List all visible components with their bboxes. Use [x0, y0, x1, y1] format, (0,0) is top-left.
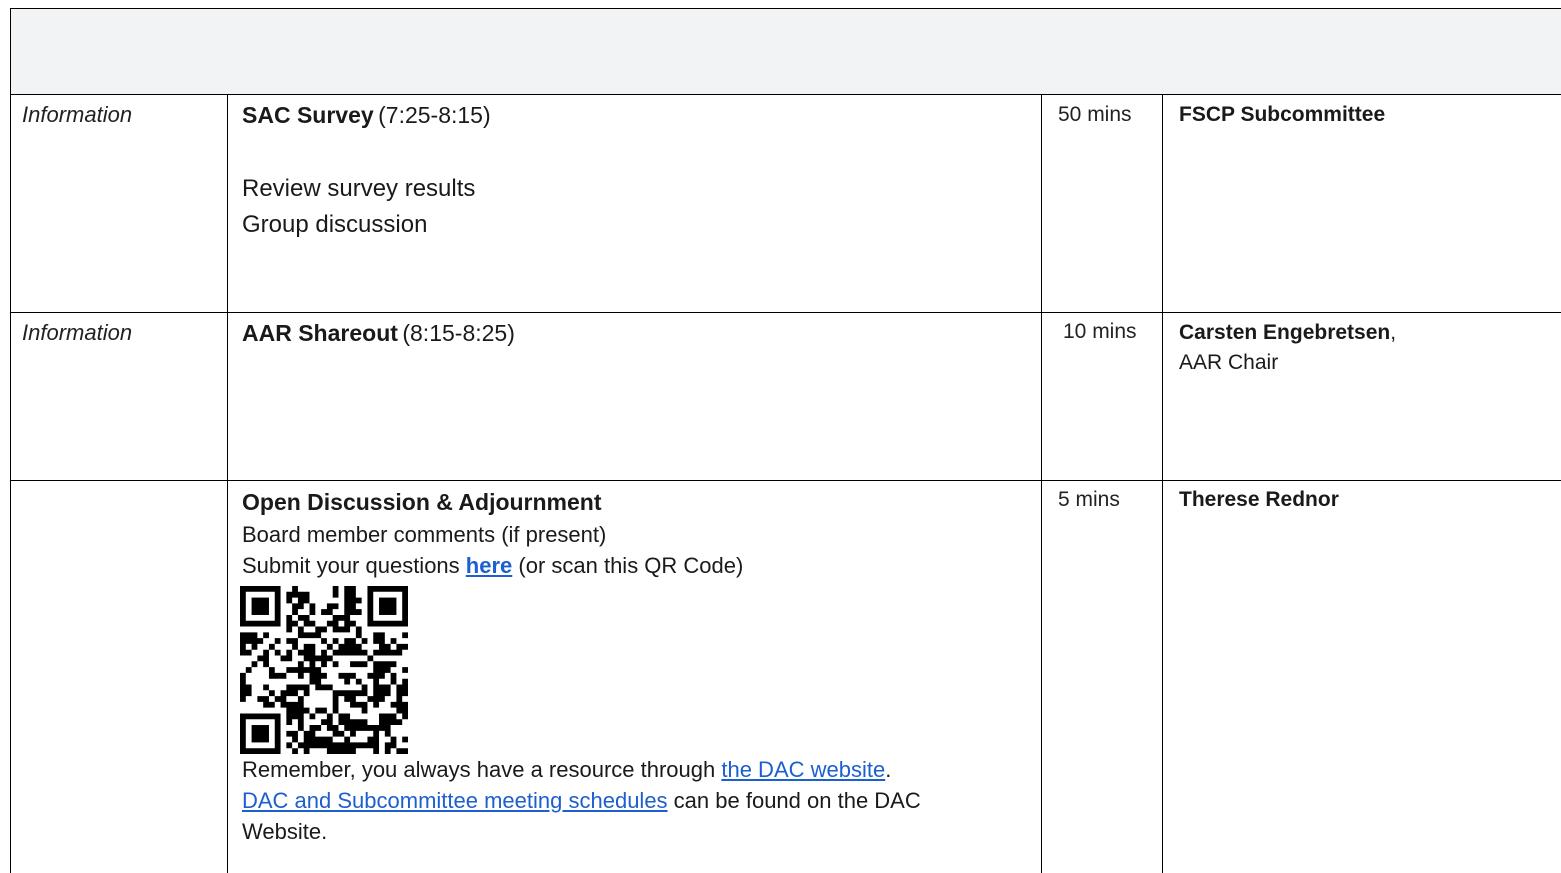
questions-link[interactable]: here	[466, 553, 512, 578]
agenda-page: Information SAC Survey (7:25-8:15) Revie…	[0, 0, 1561, 873]
questions-suffix: (or scan this QR Code)	[512, 553, 744, 578]
row-divider	[10, 312, 1561, 313]
item-duration: 5 mins	[1058, 488, 1120, 511]
presenter-role: AAR Chair	[1179, 351, 1279, 374]
column-divider	[1162, 94, 1163, 873]
presenter-name: FSCP Subcommittee	[1179, 103, 1386, 126]
questions-line: Submit your questions here (or scan this…	[242, 550, 1032, 581]
row-type: Information	[22, 102, 133, 127]
questions-prefix: Submit your questions	[242, 553, 466, 578]
agenda-item-block: Open Discussion & Adjournment Board memb…	[242, 485, 1032, 581]
schedules-link[interactable]: DAC and Subcommittee meeting schedules	[242, 788, 668, 813]
item-title: SAC Survey	[242, 102, 374, 128]
row-divider	[10, 94, 1561, 95]
schedule-line: DAC and Subcommittee meeting schedules c…	[242, 785, 1032, 816]
table-header-band	[10, 8, 1561, 94]
row-divider	[10, 480, 1561, 481]
item-duration: 50 mins	[1058, 103, 1132, 126]
item-time: (7:25-8:15)	[378, 102, 491, 128]
qr-code-icon	[240, 586, 408, 754]
website-line: Website.	[242, 819, 328, 844]
agenda-item-title: SAC Survey (7:25-8:15)	[242, 102, 491, 129]
resource-lines: Remember, you always have a resource thr…	[242, 754, 1032, 847]
item-title: Open Discussion & Adjournment	[242, 489, 602, 515]
item-presenter: Therese Rednor	[1179, 485, 1339, 515]
detail-line: Board member comments (if present)	[242, 522, 607, 547]
detail-line: Group discussion	[242, 211, 428, 238]
presenter-comma: ,	[1390, 321, 1397, 344]
column-divider	[10, 8, 11, 873]
resource-line: Remember, you always have a resource thr…	[242, 754, 1032, 785]
item-title: AAR Shareout	[242, 320, 398, 346]
item-details: Review survey results Group discussion	[242, 171, 475, 243]
item-presenter: Carsten Engebretsen, AAR Chair	[1179, 318, 1396, 378]
detail-line: Review survey results	[242, 175, 476, 202]
column-divider	[227, 94, 228, 873]
item-time: (8:15-8:25)	[402, 320, 515, 346]
item-duration: 10 mins	[1063, 320, 1137, 343]
presenter-name: Therese Rednor	[1179, 488, 1339, 511]
schedule-suffix: can be found on the DAC	[667, 788, 921, 813]
row-type: Information	[22, 320, 133, 345]
presenter-name: Carsten Engebretsen	[1179, 321, 1391, 344]
item-presenter: FSCP Subcommittee	[1179, 100, 1385, 130]
dac-website-link[interactable]: the DAC website	[721, 757, 885, 782]
resource-prefix: Remember, you always have a resource thr…	[242, 757, 722, 782]
resource-suffix: .	[885, 757, 892, 782]
column-divider	[1041, 94, 1042, 873]
agenda-item-title: AAR Shareout (8:15-8:25)	[242, 320, 515, 347]
